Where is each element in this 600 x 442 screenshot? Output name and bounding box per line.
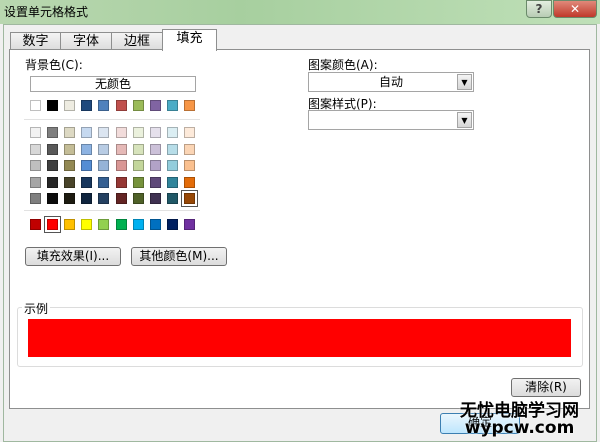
color-swatch[interactable] bbox=[183, 160, 195, 171]
color-swatch[interactable] bbox=[132, 127, 144, 138]
color-swatch[interactable] bbox=[166, 177, 178, 188]
pattern-color-select[interactable]: 自动 ▼ bbox=[308, 72, 474, 92]
color-swatch[interactable] bbox=[115, 219, 127, 230]
color-swatch[interactable] bbox=[81, 144, 93, 155]
color-swatch[interactable] bbox=[149, 219, 161, 230]
more-colors-button[interactable]: 其他颜色(M)... bbox=[131, 247, 227, 266]
tab-font[interactable]: 字体 bbox=[60, 32, 112, 50]
color-swatch[interactable] bbox=[64, 160, 76, 171]
color-swatch[interactable] bbox=[183, 177, 195, 188]
color-swatch[interactable] bbox=[47, 100, 59, 111]
sample-preview bbox=[28, 319, 571, 357]
color-swatch[interactable] bbox=[64, 177, 76, 188]
color-swatch[interactable] bbox=[81, 100, 93, 111]
palette-divider bbox=[24, 210, 200, 211]
color-swatch[interactable] bbox=[47, 193, 59, 204]
color-swatch[interactable] bbox=[81, 160, 93, 171]
color-swatch[interactable] bbox=[81, 177, 93, 188]
color-swatch[interactable] bbox=[115, 100, 127, 111]
pattern-color-value: 自动 bbox=[378, 75, 403, 89]
color-swatch[interactable] bbox=[115, 177, 127, 188]
color-swatch[interactable] bbox=[115, 160, 127, 171]
color-swatch[interactable] bbox=[30, 100, 41, 111]
color-swatch[interactable] bbox=[149, 177, 161, 188]
color-swatch[interactable] bbox=[30, 127, 41, 138]
color-swatch[interactable] bbox=[98, 177, 110, 188]
chevron-down-icon[interactable]: ▼ bbox=[457, 112, 472, 128]
color-swatch[interactable] bbox=[166, 100, 178, 111]
color-swatch[interactable] bbox=[64, 193, 76, 204]
watermark-line2: wypcw.com bbox=[464, 418, 575, 438]
color-swatch[interactable] bbox=[47, 160, 59, 171]
background-color-label: 背景色(C): bbox=[25, 58, 83, 72]
color-swatch[interactable] bbox=[183, 144, 195, 155]
color-swatch[interactable] bbox=[166, 160, 178, 171]
color-swatch[interactable] bbox=[81, 127, 93, 138]
color-swatch[interactable] bbox=[81, 193, 93, 204]
tab-number[interactable]: 数字 bbox=[10, 32, 61, 50]
color-swatch[interactable] bbox=[30, 160, 41, 171]
tab-border[interactable]: 边框 bbox=[111, 32, 163, 50]
color-swatch[interactable] bbox=[98, 193, 110, 204]
color-swatch[interactable] bbox=[47, 127, 59, 138]
palette-divider bbox=[24, 119, 200, 120]
sample-label: 示例 bbox=[22, 300, 51, 317]
color-swatch[interactable] bbox=[47, 144, 59, 155]
fill-effects-button[interactable]: 填充效果(I)... bbox=[25, 247, 121, 266]
color-swatch[interactable] bbox=[115, 144, 127, 155]
color-swatch[interactable] bbox=[183, 127, 195, 138]
no-color-button[interactable]: 无颜色 bbox=[30, 76, 196, 92]
color-swatch[interactable] bbox=[98, 100, 110, 111]
color-swatch[interactable] bbox=[98, 144, 110, 155]
color-swatch[interactable] bbox=[132, 219, 144, 230]
clear-button[interactable]: 清除(R) bbox=[511, 378, 581, 397]
color-swatch[interactable] bbox=[149, 100, 161, 111]
color-swatch[interactable] bbox=[44, 216, 62, 233]
close-button[interactable]: ✕ bbox=[553, 0, 597, 18]
color-swatch[interactable] bbox=[132, 160, 144, 171]
title-bar bbox=[0, 0, 600, 24]
color-swatch[interactable] bbox=[47, 177, 59, 188]
color-swatch[interactable] bbox=[183, 100, 195, 111]
color-swatch[interactable] bbox=[98, 160, 110, 171]
color-swatch[interactable] bbox=[64, 144, 76, 155]
color-swatch[interactable] bbox=[166, 193, 178, 204]
color-swatch[interactable] bbox=[98, 219, 110, 230]
color-swatch[interactable] bbox=[149, 160, 161, 171]
color-swatch[interactable] bbox=[166, 219, 178, 230]
color-swatch[interactable] bbox=[30, 177, 41, 188]
color-swatch[interactable] bbox=[166, 127, 178, 138]
color-swatch[interactable] bbox=[166, 144, 178, 155]
color-swatch[interactable] bbox=[180, 190, 198, 207]
color-swatch[interactable] bbox=[30, 193, 41, 204]
color-swatch[interactable] bbox=[81, 219, 93, 230]
color-swatch[interactable] bbox=[64, 127, 76, 138]
color-swatch[interactable] bbox=[64, 100, 76, 111]
color-swatch[interactable] bbox=[115, 127, 127, 138]
watermark: 无忧电脑学习网 wypcw.com bbox=[460, 403, 579, 437]
pattern-style-select[interactable]: ▼ bbox=[308, 110, 474, 130]
pattern-color-label: 图案颜色(A): bbox=[308, 58, 378, 72]
color-swatch[interactable] bbox=[30, 144, 41, 155]
chevron-down-icon[interactable]: ▼ bbox=[457, 74, 472, 90]
color-swatch[interactable] bbox=[64, 219, 76, 230]
color-swatch[interactable] bbox=[149, 127, 161, 138]
window-title: 设置单元格格式 bbox=[4, 5, 89, 19]
tab-fill[interactable]: 填充 bbox=[162, 29, 217, 51]
color-swatch[interactable] bbox=[132, 193, 144, 204]
color-swatch[interactable] bbox=[115, 193, 127, 204]
color-swatch[interactable] bbox=[132, 177, 144, 188]
color-swatch[interactable] bbox=[132, 100, 144, 111]
color-swatch[interactable] bbox=[149, 193, 161, 204]
help-button[interactable]: ? bbox=[526, 0, 552, 18]
color-swatch[interactable] bbox=[132, 144, 144, 155]
color-swatch[interactable] bbox=[98, 127, 110, 138]
color-swatch[interactable] bbox=[149, 144, 161, 155]
color-swatch[interactable] bbox=[30, 219, 41, 230]
color-swatch[interactable] bbox=[183, 219, 195, 230]
